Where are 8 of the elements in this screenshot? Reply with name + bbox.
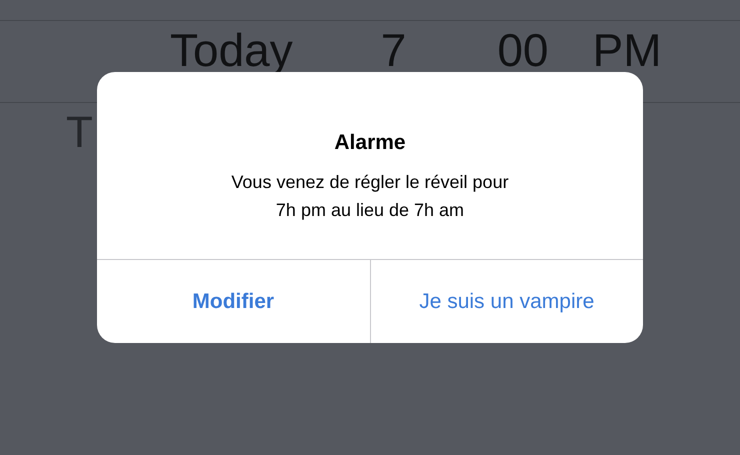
alert-message: Vous venez de régler le réveil pour 7h pm au lieu de 7h am [231, 171, 509, 222]
picker-value: 00 [497, 29, 549, 71]
picker-value: PM [592, 29, 662, 71]
alert-button[interactable]: Modifier [97, 260, 370, 343]
alert-button[interactable]: Je suis un vampire [370, 260, 643, 343]
picker-value: 7 [380, 29, 406, 71]
picker-value: Today [170, 29, 293, 71]
alert-title: Alarme [334, 130, 406, 156]
